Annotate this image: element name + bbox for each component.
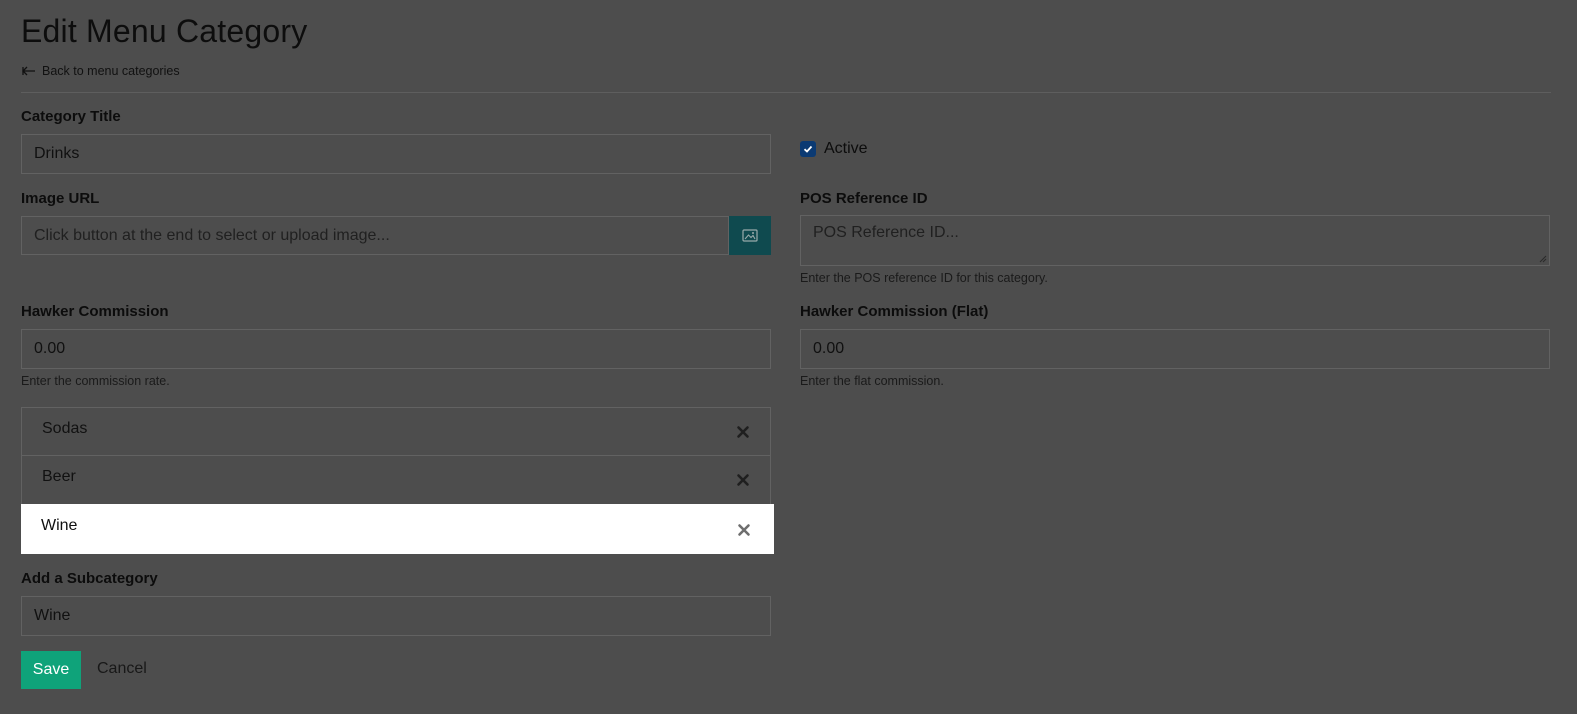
pos-reference-placeholder: POS Reference ID... xyxy=(813,224,959,241)
select-image-button[interactable] xyxy=(729,216,771,255)
hawker-commission-flat-input[interactable]: 0.00 xyxy=(800,329,1550,369)
subcategory-item[interactable]: Beer xyxy=(21,456,771,505)
subcategory-name: Sodas xyxy=(42,420,88,437)
pos-reference-textarea[interactable]: POS Reference ID... xyxy=(800,215,1550,266)
hawker-commission-flat-label: Hawker Commission (Flat) xyxy=(800,303,989,320)
page-title: Edit Menu Category xyxy=(21,13,308,49)
arrow-left-icon xyxy=(22,66,35,76)
subcategory-item-highlighted[interactable]: Wine xyxy=(21,504,774,554)
active-label: Active xyxy=(824,140,868,157)
active-checkbox[interactable] xyxy=(800,141,816,157)
subcategory-list: Sodas Beer Wine xyxy=(21,407,774,554)
image-url-label: Image URL xyxy=(21,190,100,207)
hawker-commission-flat-help: Enter the flat commission. xyxy=(800,374,944,388)
header-divider xyxy=(21,92,1551,93)
close-icon[interactable] xyxy=(737,523,751,537)
close-icon[interactable] xyxy=(736,473,750,487)
subcategory-name: Beer xyxy=(42,468,76,485)
category-title-label: Category Title xyxy=(21,108,121,125)
hawker-commission-input[interactable]: 0.00 xyxy=(21,329,771,369)
resize-grip-icon[interactable] xyxy=(1539,255,1547,263)
add-subcategory-input[interactable]: Wine xyxy=(21,596,771,636)
hawker-commission-help: Enter the commission rate. xyxy=(21,374,170,388)
active-checkbox-row[interactable]: Active xyxy=(800,140,868,158)
subcategory-name: Wine xyxy=(41,517,78,534)
pos-reference-label: POS Reference ID xyxy=(800,190,928,207)
pos-reference-help: Enter the POS reference ID for this cate… xyxy=(800,271,1048,285)
back-link-label: Back to menu categories xyxy=(42,64,180,78)
image-icon xyxy=(742,229,758,242)
back-link[interactable]: Back to menu categories xyxy=(21,64,180,78)
cancel-button[interactable]: Cancel xyxy=(97,660,147,678)
category-title-input[interactable]: Drinks xyxy=(21,134,771,174)
close-icon[interactable] xyxy=(736,425,750,439)
subcategory-item[interactable]: Sodas xyxy=(21,407,771,456)
add-subcategory-label: Add a Subcategory xyxy=(21,570,158,587)
image-url-input[interactable]: Click button at the end to select or upl… xyxy=(21,216,729,255)
checkmark-icon xyxy=(803,145,813,153)
hawker-commission-label: Hawker Commission xyxy=(21,303,169,320)
save-button[interactable]: Save xyxy=(21,651,81,689)
